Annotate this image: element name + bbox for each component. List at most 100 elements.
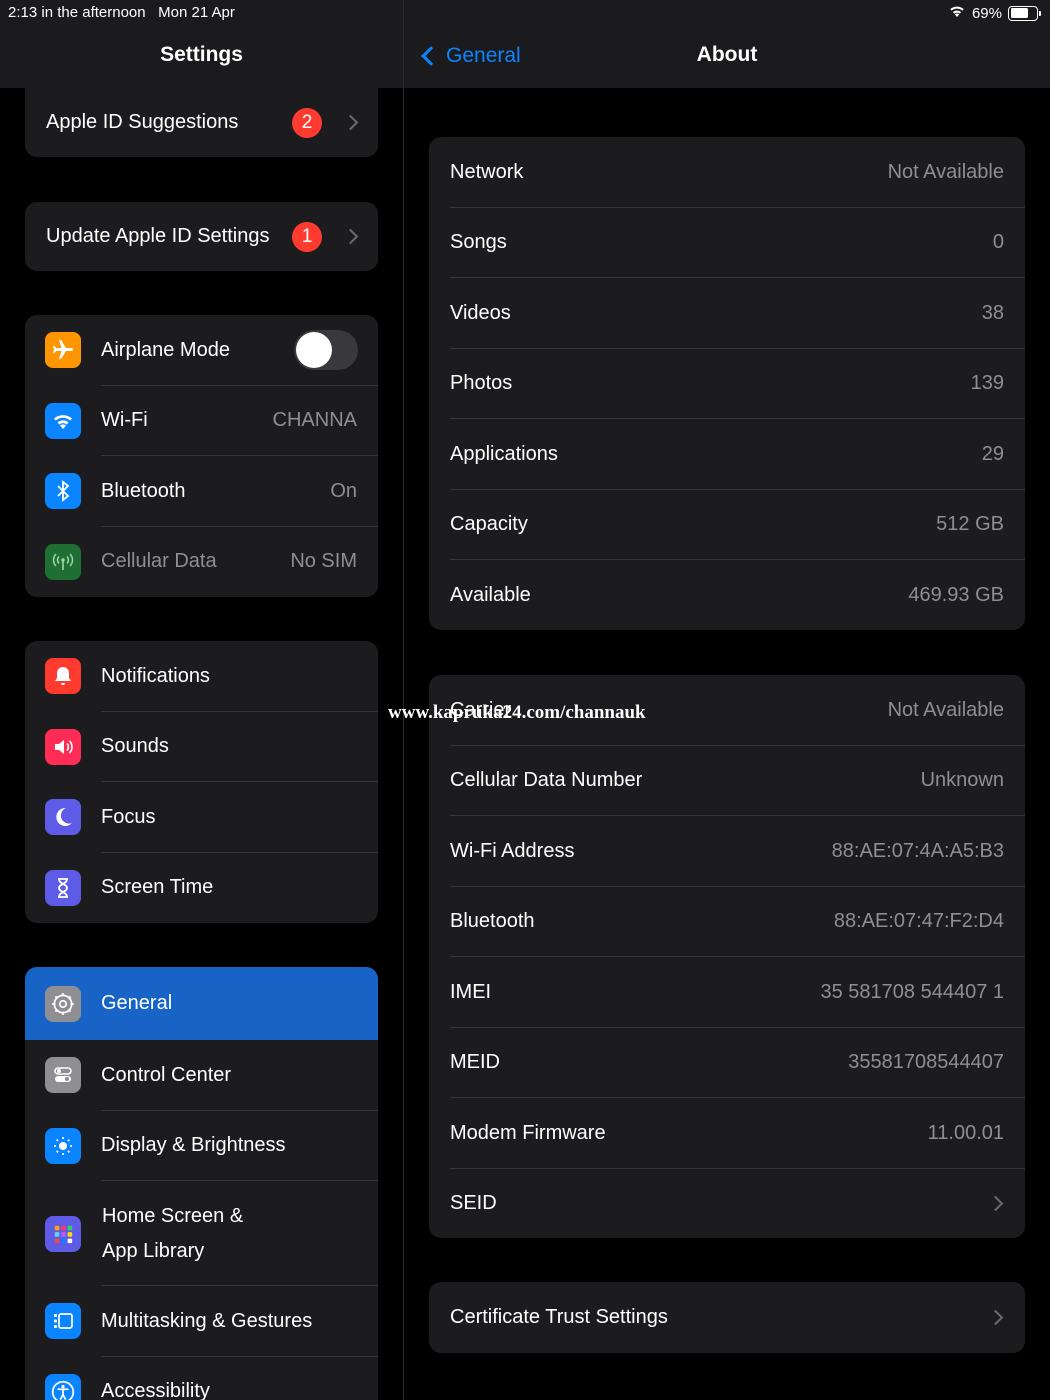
hourglass-icon (45, 869, 81, 906)
info-label: SEID (450, 1192, 497, 1215)
wifi-value: CHANNA (272, 409, 357, 432)
info-value: 512 GB (936, 513, 1004, 536)
wifi-status-icon (948, 4, 966, 22)
sounds-label: Sounds (101, 735, 169, 758)
moon-icon (45, 799, 81, 836)
sidebar-item-cellular[interactable]: Cellular Data No SIM (25, 527, 378, 598)
sidebar-item-accessibility[interactable]: Accessibility (25, 1357, 378, 1400)
status-indicators: 69% (948, 4, 1041, 22)
apple-id-suggestions-label: Apple ID Suggestions (46, 111, 239, 133)
info-label: Photos (450, 372, 513, 395)
certificate-trust-row[interactable]: Certificate Trust Settings (429, 1282, 1025, 1353)
info-value: 88:AE:07:47:F2:D4 (833, 910, 1004, 933)
bell-icon (45, 658, 81, 695)
media-info-group: Network Not Available Songs 0 Videos 38 Pho… (429, 137, 1025, 630)
home-screen-label-line2: App Library (102, 1239, 205, 1262)
airplane-mode-toggle[interactable] (294, 330, 358, 371)
info-row-imei: IMEI 35 581708 544407 1 (429, 957, 1025, 1028)
settings-sidebar: Settings Apple ID Suggestions 2 Update A… (0, 0, 403, 1400)
airplane-mode-label: Airplane Mode (101, 338, 230, 361)
info-row-network: Network Not Available (429, 137, 1025, 208)
info-row-videos: Videos 38 (429, 278, 1025, 349)
info-value: Not Available (887, 160, 1004, 183)
certificate-trust-label: Certificate Trust Settings (450, 1305, 668, 1328)
bluetooth-value: On (330, 479, 357, 502)
cellular-data-label: Cellular Data (101, 550, 217, 573)
info-row-modem-firmware: Modem Firmware 11.00.01 (429, 1098, 1025, 1169)
sidebar-item-display[interactable]: Display & Brightness (25, 1111, 378, 1181)
focus-label: Focus (101, 805, 156, 828)
info-label: Available (450, 583, 531, 606)
accessibility-label: Accessibility (101, 1380, 210, 1400)
info-row-photos: Photos 139 (429, 349, 1025, 419)
sidebar-item-notifications[interactable]: Notifications (25, 641, 378, 712)
info-label: Applications (450, 442, 558, 465)
switches-icon (45, 1057, 81, 1094)
grid-icon (45, 1215, 81, 1252)
info-label: Capacity (450, 513, 528, 536)
info-value: 139 (970, 372, 1004, 395)
info-value: 38 (981, 301, 1004, 324)
status-date-text: Mon 21 Apr (158, 4, 235, 21)
multitask-icon (45, 1303, 81, 1340)
info-row-wifi-address: Wi-Fi Address 88:AE:07:4A:A5:B3 (429, 816, 1025, 887)
battery-percent: 69% (971, 4, 1002, 22)
info-value: 35 581708 544407 1 (820, 980, 1004, 1003)
sun-icon (45, 1127, 81, 1164)
info-label: MEID (450, 1051, 500, 1074)
multitasking-label: Multitasking & Gestures (101, 1309, 313, 1332)
info-row-meid: MEID 35581708544407 (429, 1028, 1025, 1098)
sidebar-item-focus[interactable]: Focus (25, 782, 378, 853)
general-group: General Control Center Display & Brightn… (25, 967, 378, 1400)
gear-icon (45, 985, 81, 1022)
bluetooth-label: Bluetooth (101, 479, 186, 502)
sidebar-item-sounds[interactable]: Sounds (25, 712, 378, 782)
home-screen-label-line1: Home Screen & (102, 1204, 244, 1227)
sidebar-item-screen-time[interactable]: Screen Time (25, 853, 378, 924)
chevron-right-icon (987, 1309, 1004, 1326)
info-label: Wi-Fi Address (450, 839, 575, 862)
status-time-text: 2:13 in the afternoon (8, 4, 146, 21)
sidebar-item-general[interactable]: General (25, 967, 378, 1040)
sidebar-item-bluetooth[interactable]: Bluetooth On (25, 456, 378, 527)
info-value: 29 (981, 442, 1004, 465)
info-value: 0 (992, 231, 1004, 254)
airplane-icon (45, 332, 81, 369)
info-value: Not Available (887, 698, 1004, 721)
battery-icon (1008, 5, 1041, 21)
sidebar-item-home-screen[interactable]: Home Screen & App Library (25, 1181, 378, 1286)
info-row-applications: Applications 29 (429, 419, 1025, 490)
notifications-group: Notifications Sounds Focus Screen Time (25, 641, 378, 923)
chevron-right-icon (342, 114, 359, 131)
info-value: 35581708544407 (848, 1051, 1004, 1074)
accessibility-icon (45, 1373, 81, 1400)
info-label: Songs (450, 231, 507, 254)
info-value: 88:AE:07:4A:A5:B3 (831, 839, 1004, 862)
update-apple-id-row[interactable]: Update Apple ID Settings 1 (25, 202, 378, 271)
sidebar-item-multitasking[interactable]: Multitasking & Gestures (25, 1286, 378, 1357)
screen-time-label: Screen Time (101, 876, 214, 899)
info-label: Network (450, 160, 524, 183)
info-label: Cellular Data Number (450, 769, 643, 792)
info-label: Bluetooth (450, 910, 535, 933)
apple-id-suggestions-badge: 2 (292, 107, 322, 138)
info-row-available: Available 469.93 GB (429, 560, 1025, 630)
info-label: Videos (450, 301, 511, 324)
info-row-seid[interactable]: SEID (429, 1169, 1025, 1239)
page-title: About (696, 43, 758, 66)
info-value: 469.93 GB (908, 583, 1004, 606)
sidebar-item-wifi[interactable]: Wi-Fi CHANNA (25, 386, 378, 456)
wifi-label: Wi-Fi (101, 409, 148, 432)
update-apple-id-label: Update Apple ID Settings (46, 225, 270, 247)
info-row-capacity: Capacity 512 GB (429, 490, 1025, 560)
sidebar-item-control-center[interactable]: Control Center (25, 1040, 378, 1111)
sidebar-item-airplane-mode[interactable]: Airplane Mode (25, 315, 378, 386)
apple-id-suggestions-row[interactable]: Apple ID Suggestions 2 (25, 88, 378, 157)
cellular-icon (45, 543, 81, 580)
general-label: General (101, 992, 173, 1014)
status-time: 2:13 in the afternoon Mon 21 Apr (8, 4, 235, 21)
info-value: Unknown (920, 769, 1004, 792)
update-apple-id-group: Update Apple ID Settings 1 (25, 202, 378, 271)
home-screen-label: Home Screen & App Library (102, 1199, 243, 1269)
certificate-group: Certificate Trust Settings (429, 1282, 1025, 1353)
